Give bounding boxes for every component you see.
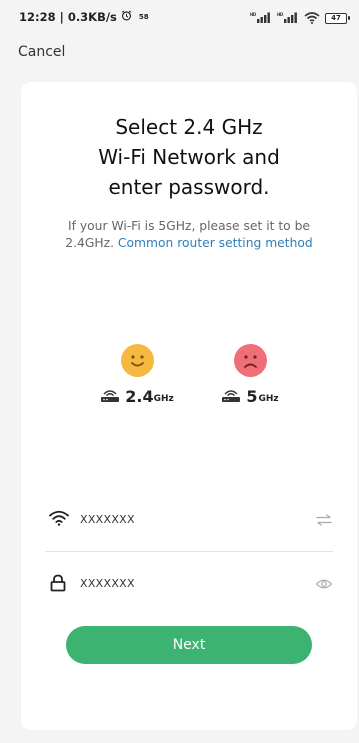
band-2-4-unit: GHz xyxy=(153,394,174,404)
router-setting-link[interactable]: Common router setting method xyxy=(118,236,313,250)
field-divider xyxy=(45,551,333,552)
happy-face-icon xyxy=(120,344,154,377)
cancel-button[interactable]: Cancel xyxy=(18,44,65,60)
status-time-speed: 12:28 | 0.3KB/s xyxy=(19,10,117,24)
signal-hd-label: HD xyxy=(277,12,284,17)
band-2-4-label: 2.4 GHz xyxy=(92,387,182,406)
band-5-unit: GHz xyxy=(258,394,279,404)
sad-face-icon xyxy=(233,344,267,377)
subtitle: If your Wi-Fi is 5GHz, please set it to … xyxy=(57,218,321,252)
password-value[interactable]: XXXXXXX xyxy=(80,577,135,590)
next-button[interactable]: Next xyxy=(66,626,312,664)
status-left: 12:28 | 0.3KB/s 58 xyxy=(19,10,149,24)
band-5-value: 5 xyxy=(246,387,258,406)
signal-icon: HD xyxy=(277,12,299,26)
lock-icon xyxy=(49,574,67,596)
router-icon xyxy=(100,387,120,406)
switch-icon[interactable] xyxy=(315,512,333,531)
status-bar: 12:28 | 0.3KB/s 58 HD HD 47 xyxy=(0,0,359,34)
battery-icon: 47 xyxy=(325,13,350,24)
wifi-name-field[interactable]: XXXXXXX xyxy=(45,500,333,540)
wifi-name-value[interactable]: XXXXXXX xyxy=(80,513,135,526)
wifi-setup-card: Select 2.4 GHz Wi-Fi Network and enter p… xyxy=(21,82,357,730)
status-right: HD HD 47 xyxy=(250,9,350,28)
band-2-4ghz: 2.4 GHz xyxy=(92,344,182,406)
page-title: Select 2.4 GHz Wi-Fi Network and enter p… xyxy=(98,115,280,199)
eye-icon[interactable] xyxy=(315,576,333,595)
wifi-status-icon xyxy=(304,9,320,28)
signal-hd-label: HD xyxy=(250,12,257,17)
band-5-label: 5 GHz xyxy=(205,387,295,406)
router-icon xyxy=(221,387,241,406)
band-2-4-value: 2.4 xyxy=(125,387,154,406)
wifi-icon xyxy=(49,510,69,530)
alarm-icon xyxy=(121,10,132,24)
signal-icon: HD xyxy=(250,12,272,26)
password-field[interactable]: XXXXXXX xyxy=(45,564,333,604)
status-badge: 58 xyxy=(138,13,149,21)
band-5ghz: 5 GHz xyxy=(205,344,295,406)
